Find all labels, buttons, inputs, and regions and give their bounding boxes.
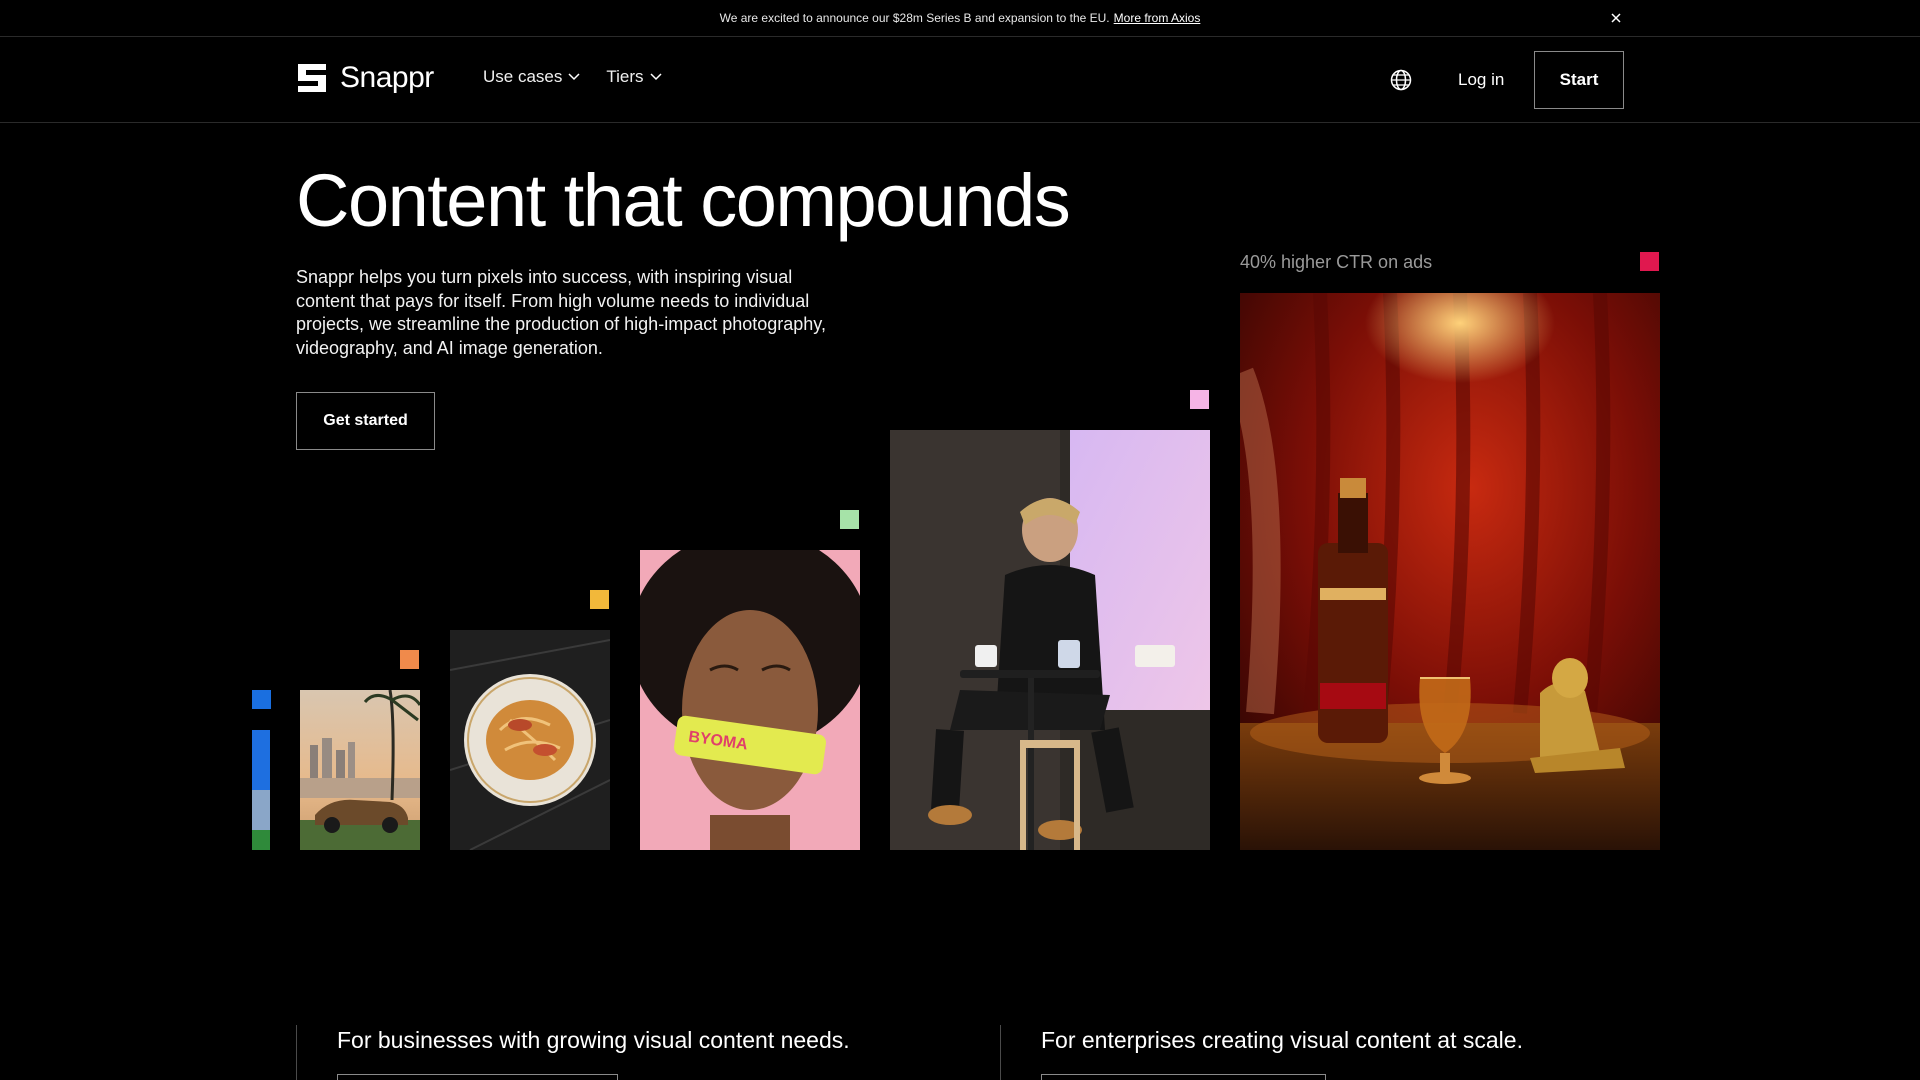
nav-tiers[interactable]: Tiers xyxy=(606,67,662,87)
whisky-bottle-photo xyxy=(1240,293,1660,850)
speaker-stage-photo xyxy=(890,430,1210,850)
hero-description: Snappr helps you turn pixels into succes… xyxy=(296,267,826,358)
snappr-logo-icon xyxy=(298,64,326,92)
start-button[interactable]: Start xyxy=(1534,51,1624,109)
announcement-link[interactable]: More from Axios xyxy=(1114,11,1201,25)
nav-use-cases[interactable]: Use cases xyxy=(483,67,580,87)
close-icon[interactable] xyxy=(1608,10,1624,26)
chevron-down-icon xyxy=(650,73,662,81)
accent-square-yellow xyxy=(590,590,609,609)
accent-square-orange xyxy=(400,650,419,669)
site-header: Snappr Use cases Tiers Log in Start xyxy=(0,37,1920,123)
logo[interactable]: Snappr xyxy=(296,61,434,95)
business-section-heading: For businesses with growing visual conte… xyxy=(337,1027,850,1053)
accent-square-green xyxy=(840,510,859,529)
login-link[interactable]: Log in xyxy=(1458,70,1504,90)
globe-icon[interactable] xyxy=(1389,68,1413,92)
chevron-down-icon xyxy=(568,73,580,81)
nav-use-cases-label: Use cases xyxy=(483,67,563,86)
accent-square-pink xyxy=(1190,390,1209,409)
enterprise-section-heading: For enterprises creating visual content … xyxy=(1041,1027,1523,1053)
main-nav: Use cases Tiers xyxy=(483,67,662,87)
partial-building-photo xyxy=(252,730,270,850)
enterprise-section-button[interactable] xyxy=(1041,1074,1326,1080)
announcement-text: We are excited to announce our $28m Seri… xyxy=(719,11,1110,25)
nav-tiers-label: Tiers xyxy=(606,67,644,86)
ctr-stat-label: 40% higher CTR on ads xyxy=(1240,252,1433,272)
get-started-button[interactable]: Get started xyxy=(296,392,435,450)
section-divider-left xyxy=(296,1025,297,1080)
section-divider-right xyxy=(1000,1025,1001,1080)
logo-text: Snappr xyxy=(340,61,434,94)
smiling-woman-byoma-photo: BYOMA xyxy=(640,550,860,850)
accent-square-blue xyxy=(252,690,271,709)
noodles-plate-photo xyxy=(450,630,610,850)
car-sunset-photo xyxy=(300,690,420,850)
business-section-button[interactable] xyxy=(337,1074,618,1080)
accent-square-red xyxy=(1640,252,1659,271)
hero-title: Content that compounds xyxy=(296,159,1071,242)
announcement-bar: We are excited to announce our $28m Seri… xyxy=(0,0,1920,37)
